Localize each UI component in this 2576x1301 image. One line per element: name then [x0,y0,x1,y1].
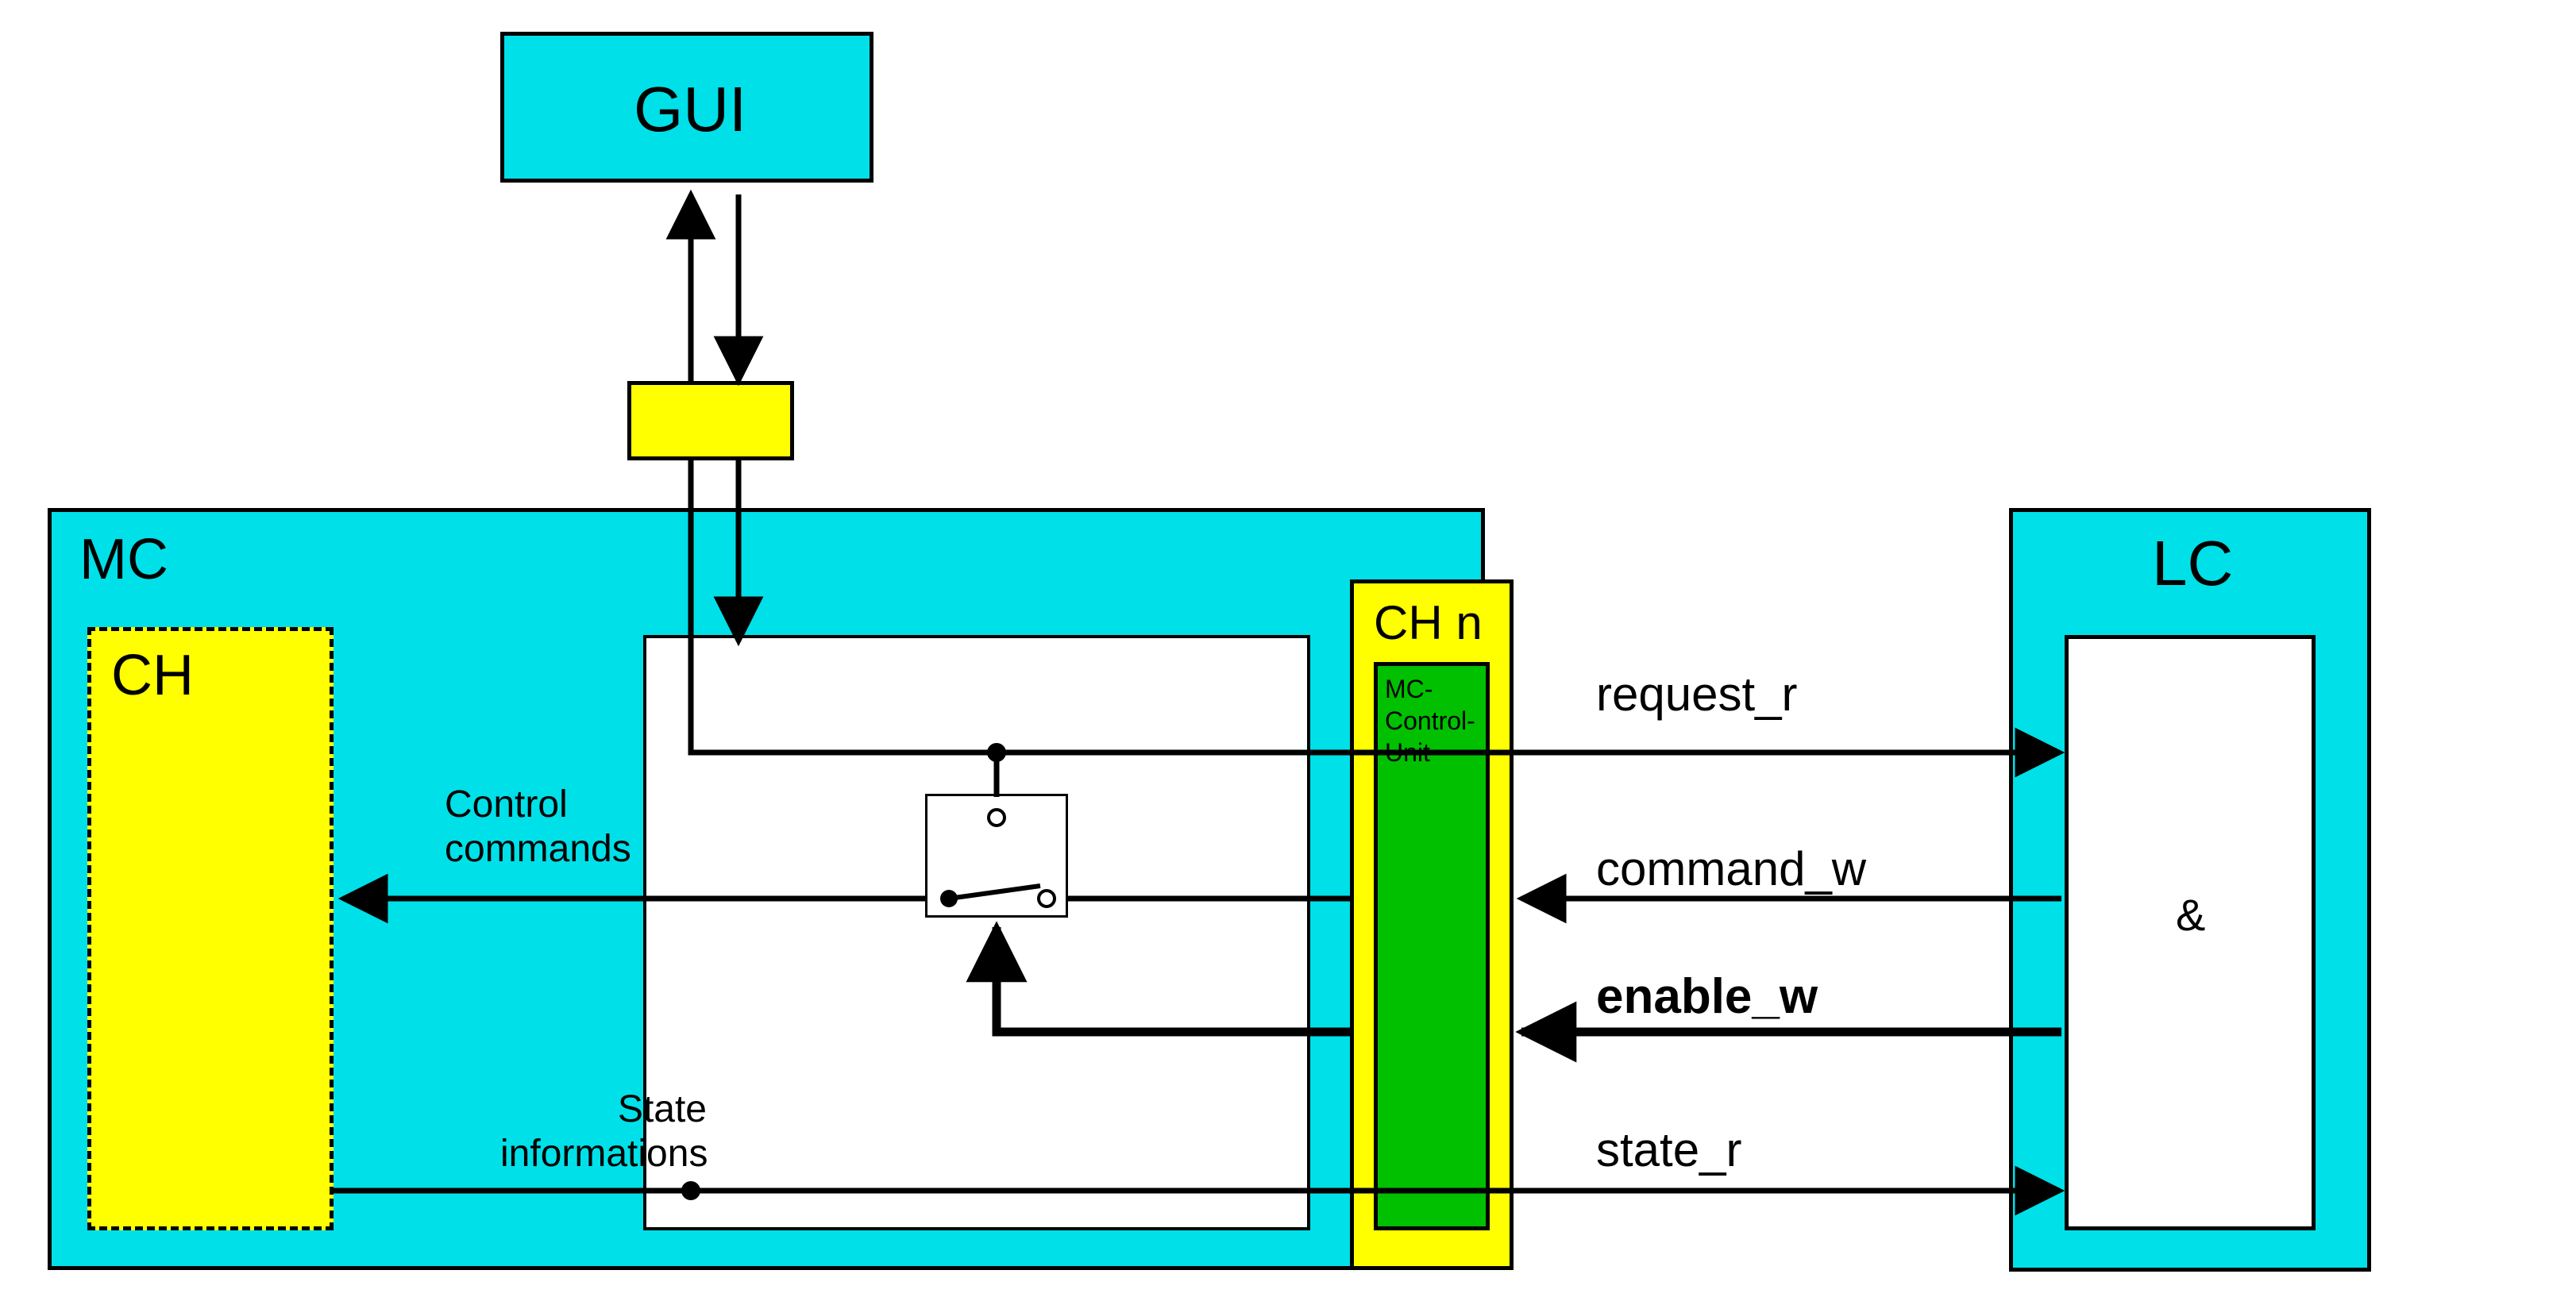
state-r-label: state_r [1596,1122,1741,1177]
ch-label: CH [111,643,194,708]
lc-label: LC [2152,527,2233,600]
ch-block [87,627,334,1230]
request-r-label: request_r [1596,667,1797,722]
mc-label: MC [79,527,168,592]
mc-control-unit-label: MC- Control- Unit [1385,673,1475,768]
control-commands-label: Control commands [445,783,631,872]
gui-connector-box [627,381,794,460]
state-informations-label: State informations [500,1087,707,1176]
gui-label: GUI [634,73,746,146]
lc-amp-label: & [2176,889,2205,941]
processing-block [643,635,1310,1230]
switch-box [925,794,1068,918]
enable-w-label: enable_w [1596,968,1818,1025]
command-w-label: command_w [1596,841,1866,896]
chn-label: CH n [1374,595,1483,650]
